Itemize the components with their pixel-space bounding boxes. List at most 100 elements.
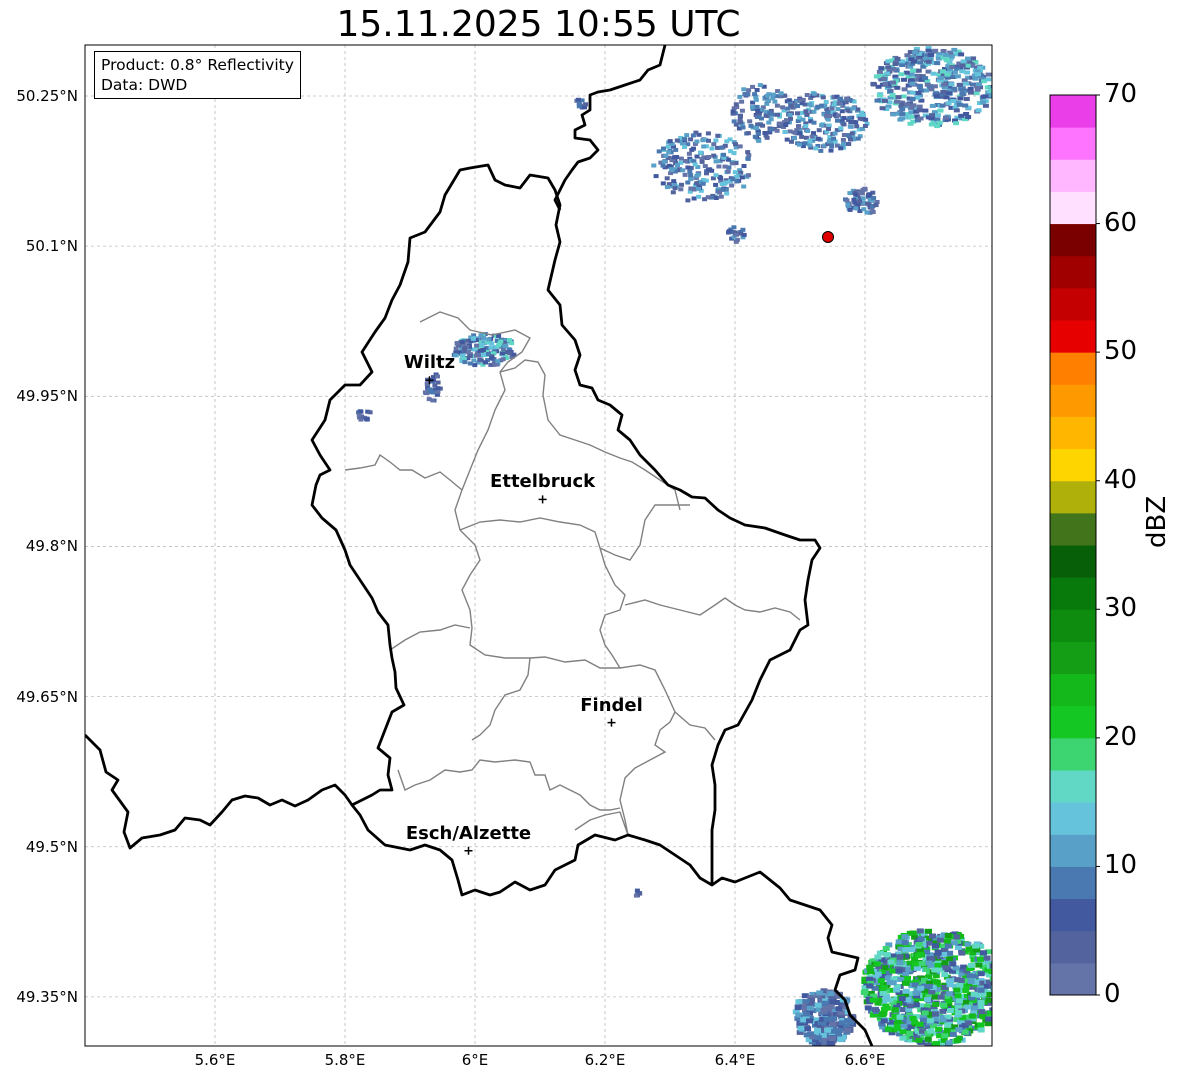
echo-cell <box>454 341 460 346</box>
echo-cell <box>813 146 819 151</box>
echo-cell <box>985 77 992 82</box>
echo-cell <box>705 131 711 136</box>
echo-cell <box>958 113 965 118</box>
echo-cell <box>912 50 919 55</box>
echo-cell <box>917 60 924 65</box>
colorbar-segment <box>1050 191 1096 225</box>
colorbar-segment <box>1050 287 1096 321</box>
echo-cell <box>884 71 891 76</box>
echo-cell <box>811 120 817 125</box>
echo-cell <box>853 206 859 211</box>
echo-cell <box>917 936 925 942</box>
echo-cell <box>709 146 715 151</box>
echo-cell <box>939 1017 947 1023</box>
echo-cell <box>701 144 707 149</box>
echo-cell <box>797 131 803 136</box>
echo-cell <box>982 103 989 108</box>
echo-cell <box>956 998 963 1004</box>
echo-cell <box>745 156 751 161</box>
echo-cell <box>694 181 700 186</box>
echo-cell <box>753 125 759 130</box>
echo-cell <box>750 105 755 110</box>
echo-cell <box>962 999 969 1005</box>
echo-cell <box>836 1027 844 1033</box>
colorbar-segment <box>1050 898 1096 932</box>
echo-cell <box>950 940 958 946</box>
echo-cell <box>740 227 746 232</box>
echo-cell <box>823 100 829 104</box>
echo-cell <box>789 139 794 144</box>
lon-tick-label: 6.6°E <box>844 1051 886 1069</box>
echo-cell <box>660 163 666 168</box>
echo-cell <box>668 171 674 176</box>
echo-cell <box>975 962 983 968</box>
echo-cell <box>704 171 709 176</box>
colorbar-segment <box>1050 223 1096 257</box>
echo-cell <box>968 1013 976 1019</box>
echo-cell <box>995 985 1002 990</box>
echo-cell <box>866 964 874 970</box>
echo-cell <box>929 933 936 939</box>
echo-cell <box>507 351 513 356</box>
echo-cell <box>944 933 952 938</box>
echo-cell <box>871 196 877 200</box>
echo-cell <box>881 98 888 103</box>
echo-cell <box>889 980 897 986</box>
lat-tick-label: 49.5°N <box>25 837 78 856</box>
echo-cell <box>829 1036 837 1042</box>
echo-cell <box>479 343 485 347</box>
echo-cell <box>929 103 936 108</box>
colorbar-segment <box>1050 641 1096 675</box>
echo-cell <box>917 985 925 991</box>
echo-cell <box>912 990 920 996</box>
echo-cell <box>933 967 941 973</box>
echo-cell <box>699 159 705 164</box>
echo-cell <box>872 1007 879 1013</box>
echo-cell <box>894 99 900 104</box>
echo-cell <box>948 54 955 59</box>
radar-map <box>84 44 1005 1047</box>
echo-cell <box>951 47 958 52</box>
echo-cell <box>428 388 434 393</box>
echo-cell <box>943 52 950 57</box>
echo-cell <box>673 147 679 152</box>
echo-cell <box>929 113 935 118</box>
echo-cell <box>847 207 853 212</box>
echo-cell <box>983 955 991 961</box>
echo-cell <box>946 950 954 956</box>
echo-cell <box>827 114 832 119</box>
echo-cell <box>795 999 803 1005</box>
colorbar-tick-label: 40 <box>1104 464 1138 495</box>
echo-cell <box>987 1010 992 1016</box>
echo-cell <box>894 56 901 61</box>
echo-cell <box>865 193 871 198</box>
echo-cell <box>956 983 964 988</box>
echo-cell <box>787 113 793 117</box>
echo-cell <box>784 137 790 142</box>
echo-cell <box>495 359 501 364</box>
echo-cell <box>901 934 909 940</box>
echo-cell <box>901 87 908 92</box>
echo-cell <box>977 956 984 962</box>
echo-cell <box>835 107 841 112</box>
echo-cell <box>998 974 1005 979</box>
echo-cell <box>803 124 809 128</box>
echo-cell <box>364 416 369 421</box>
city-label: Findel <box>580 694 643 716</box>
echo-cell <box>435 380 441 385</box>
echo-cell <box>711 153 717 158</box>
echo-cell <box>941 82 948 87</box>
echo-cell <box>933 979 941 985</box>
echo-cell <box>893 1026 901 1032</box>
echo-cell <box>944 943 952 949</box>
echo-cell <box>847 191 853 196</box>
echo-cell <box>944 1022 952 1028</box>
echo-cell <box>775 112 780 117</box>
echo-cell <box>882 945 890 951</box>
echo-cell <box>916 108 923 113</box>
echo-cell <box>725 157 731 162</box>
echo-cell <box>860 113 866 117</box>
echo-cell <box>470 336 476 341</box>
echo-cell <box>832 131 838 136</box>
echo-cell <box>847 116 853 120</box>
